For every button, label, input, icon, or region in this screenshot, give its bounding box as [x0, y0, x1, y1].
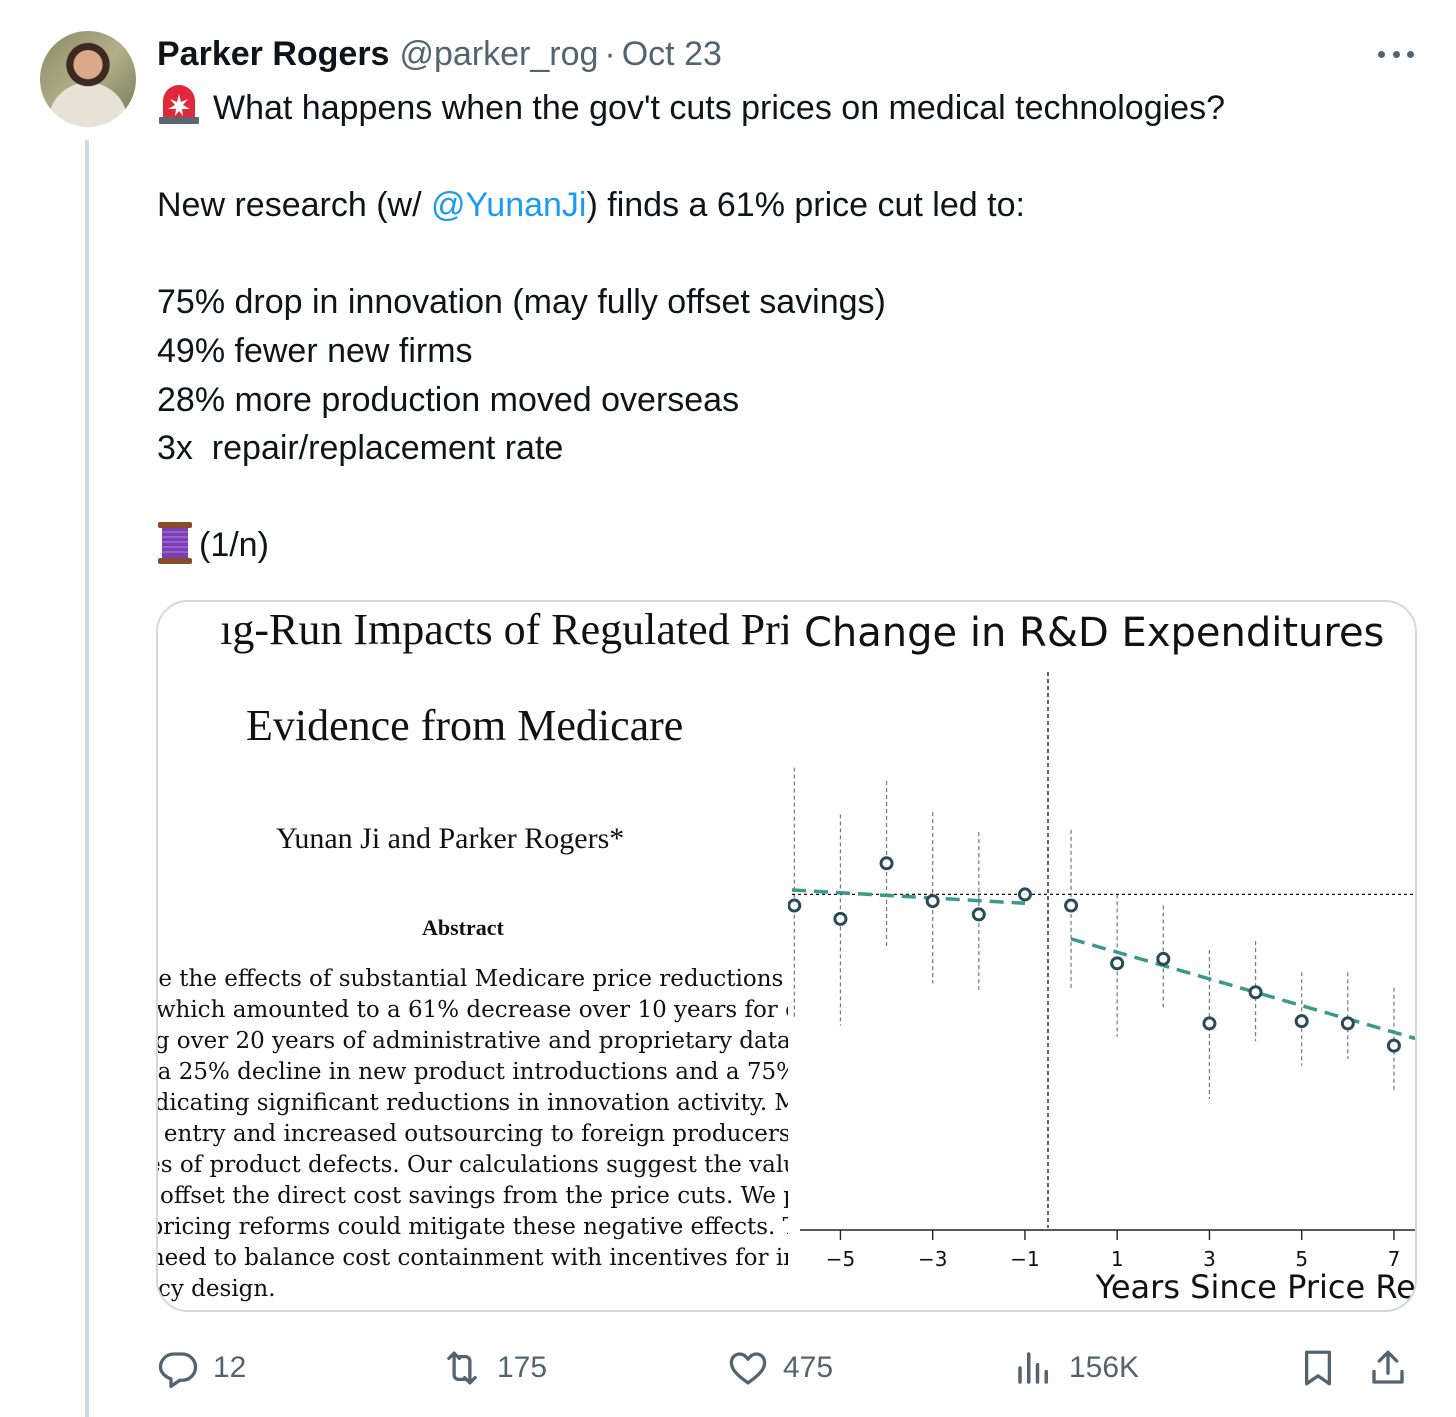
- bookmark-icon: [1297, 1347, 1339, 1389]
- author-avatar[interactable]: [40, 31, 136, 127]
- data-point: [1202, 1016, 1217, 1031]
- data-point: [971, 907, 986, 922]
- stat-line: 3x repair/replacement rate: [157, 429, 564, 468]
- data-point: [1294, 1014, 1309, 1029]
- chart-title: Change in R&D Expenditures: [804, 610, 1384, 656]
- data-point: [925, 894, 940, 909]
- more-icon[interactable]: [1374, 36, 1418, 72]
- tweet-body: What happens when the gov't cuts prices …: [157, 84, 1417, 570]
- abstract-line: d pricing reforms could mitigate these n…: [158, 1214, 788, 1240]
- abstract-line: ing over 20 years of administrative and …: [158, 1028, 788, 1054]
- abstract-line: y, which amounted to a 61% decrease over…: [158, 997, 788, 1023]
- x-tick-label: −1: [1010, 1247, 1039, 1271]
- data-point: [833, 911, 848, 926]
- paper-subtitle: Evidence from Medicare: [246, 701, 684, 750]
- paper-authors: Yunan Ji and Parker Rogers*: [276, 822, 625, 855]
- tweet-line-question: What happens when the gov't cuts prices …: [213, 89, 1225, 127]
- views-icon: [1013, 1347, 1055, 1389]
- abstract-line: lly offset the direct cost savings from …: [158, 1183, 788, 1209]
- pre-reform-trend-line: [791, 888, 1026, 906]
- tweet-header: Parker Rogers @parker_rog · Oct 23: [157, 31, 722, 77]
- tweet-line-research-suffix: ) finds a 61% price cut led to:: [586, 186, 1025, 225]
- repost-icon: [441, 1347, 483, 1389]
- data-point: [1156, 951, 1171, 966]
- abstract-heading: Abstract: [422, 915, 504, 940]
- abstract-line: to a 25% decline in new product introduc…: [158, 1059, 788, 1085]
- paper-title: ıg-Run Impacts of Regulated Pri: [220, 605, 788, 654]
- abstract-line: cy design.: [158, 1276, 276, 1302]
- data-point: [788, 898, 802, 913]
- data-point: [1386, 1038, 1401, 1053]
- abstract-body: gate the effects of substantial Medicare…: [158, 964, 788, 1304]
- repost-count: 175: [497, 1351, 548, 1384]
- thread-spool-emoji: [157, 522, 193, 565]
- tweet-date[interactable]: Oct 23: [622, 35, 722, 74]
- like-icon: [727, 1347, 769, 1389]
- tweet-line-research-prefix: New research (w/: [157, 186, 431, 225]
- author-name[interactable]: Parker Rogers: [157, 35, 389, 74]
- reply-icon: [157, 1347, 199, 1389]
- bookmark-button[interactable]: [1297, 1340, 1339, 1396]
- abstract-line: ıtes of product defects. Our calculation…: [158, 1152, 788, 1178]
- siren-emoji: [157, 85, 201, 125]
- thread-connector-line: [85, 140, 89, 1417]
- share-button[interactable]: [1367, 1340, 1409, 1396]
- data-point: [1340, 1016, 1355, 1031]
- reply-count: 12: [213, 1351, 247, 1384]
- tweet-actions-bar: 12 175 475 156K: [157, 1340, 1417, 1396]
- stat-line: 49% fewer new firms: [157, 331, 473, 370]
- share-icon: [1367, 1347, 1409, 1389]
- x-tick-label: −5: [826, 1247, 855, 1271]
- stat-line: 28% more production moved overseas: [157, 380, 740, 419]
- reply-button[interactable]: 12: [157, 1340, 246, 1396]
- views-count: 156K: [1069, 1351, 1140, 1384]
- abstract-line: indicating significant reductions in inn…: [158, 1090, 788, 1116]
- tweet-media-image[interactable]: ıg-Run Impacts of Regulated Pri Evidence…: [156, 600, 1417, 1312]
- data-point: [1017, 887, 1032, 902]
- views-button[interactable]: 156K: [1013, 1340, 1139, 1396]
- like-count: 475: [783, 1351, 834, 1384]
- x-tick-label: −3: [918, 1247, 947, 1271]
- stat-line: 75% drop in innovation (may fully offset…: [157, 283, 886, 322]
- paper-preview: ıg-Run Impacts of Regulated Pri Evidence…: [158, 602, 788, 1310]
- header-separator: ·: [604, 34, 616, 73]
- like-button[interactable]: 475: [727, 1340, 833, 1396]
- abstract-line: gate the effects of substantial Medicare…: [158, 966, 788, 992]
- abstract-line: ket entry and increased outsourcing to f…: [158, 1121, 788, 1147]
- mention-link[interactable]: @YunanJi: [431, 186, 587, 224]
- rd-chart: Change in R&D Expenditures −5 −3 −1 1 3 5 7 Year…: [788, 602, 1417, 1310]
- data-point: [1248, 985, 1263, 1000]
- abstract-line: e need to balance cost containment with …: [158, 1245, 788, 1271]
- data-point: [1064, 898, 1079, 913]
- rd-chart-svg: Change in R&D Expenditures−5 −3 −1 1 3 5 7Year…: [788, 610, 1417, 1306]
- data-point: [879, 856, 894, 871]
- author-handle[interactable]: @parker_rog: [399, 35, 598, 74]
- thread-marker: (1/n): [199, 526, 269, 565]
- x-axis-label: Years Since Price Reform: [1095, 1268, 1417, 1306]
- repost-button[interactable]: 175: [441, 1340, 547, 1396]
- post-reform-trend-line: [1070, 937, 1415, 1041]
- data-point: [1110, 956, 1125, 971]
